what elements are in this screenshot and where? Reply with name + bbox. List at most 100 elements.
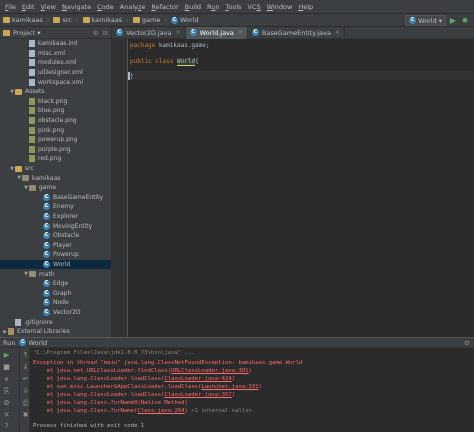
tree-item-vector2d[interactable]: C Vector2D	[0, 308, 111, 318]
source-link[interactable]: ClassLoader.java:357	[164, 392, 231, 398]
settings-gear-icon[interactable]: ⚙	[464, 339, 470, 347]
code-editor[interactable]	[112, 39, 474, 337]
internal-calls-fold[interactable]: <1 internal calls>	[188, 408, 252, 414]
dump-threads-icon[interactable]: ⎘	[2, 387, 11, 396]
tree-item-game[interactable]: ▼ game	[0, 183, 111, 193]
rerun-icon[interactable]: ▶	[2, 351, 11, 360]
tree-item-kamikaas-iml[interactable]: kamikaas.iml	[0, 39, 111, 49]
close-tab-icon[interactable]: ×	[238, 29, 243, 36]
menu-code[interactable]: Code	[94, 0, 117, 14]
tree-item-external-libraries[interactable]: ▶ External Libraries	[0, 327, 111, 337]
close-tab-icon[interactable]: ×	[176, 29, 181, 36]
tree-item-label: World	[53, 261, 71, 269]
tree-item-graph[interactable]: C Graph	[0, 289, 111, 299]
editor-tab-world-java[interactable]: C World.java ×	[185, 26, 248, 39]
breadcrumb-src[interactable]: src	[50, 14, 75, 27]
print-icon[interactable]: ⎙	[21, 399, 30, 408]
tree-item-label: game	[39, 184, 57, 192]
menu-help[interactable]: Help	[295, 0, 316, 14]
help-icon[interactable]: ?	[2, 422, 11, 431]
project-panel-title[interactable]: Project	[13, 29, 35, 37]
tree-item-edge[interactable]: C Edge	[0, 279, 111, 289]
tree-item-powerup-png[interactable]: powerup.png	[0, 135, 111, 145]
tree-item-label: red.png	[38, 155, 62, 163]
trash-icon[interactable]: ✖	[21, 411, 30, 420]
close-tab-icon[interactable]: ×	[335, 29, 340, 36]
close-icon[interactable]: ✕	[2, 411, 11, 420]
code-line-class: public class World{	[130, 58, 199, 66]
menu-run[interactable]: Run	[204, 0, 222, 14]
tree-item--gitignore[interactable]: .gitignore	[0, 317, 111, 327]
console-stack-frame: at java.lang.ClassLoader.loadClass(Class…	[33, 376, 236, 382]
tree-item-player[interactable]: C Player	[0, 241, 111, 251]
breadcrumb-game[interactable]: game	[130, 14, 163, 27]
menu-refactor[interactable]: Refactor	[148, 0, 181, 14]
tree-item-black-png[interactable]: black.png	[0, 97, 111, 107]
arrow-down-icon[interactable]: ↓	[21, 363, 30, 372]
source-link[interactable]: URLClassLoader.java:381	[171, 368, 248, 374]
tree-item-src[interactable]: ▼ src	[0, 164, 111, 174]
tree-item-obstacle[interactable]: C Obstacle	[0, 231, 111, 241]
run-configuration-select[interactable]: C World ▾	[405, 15, 446, 26]
scroll-to-end-icon[interactable]: ⇩	[21, 387, 30, 396]
tree-item-movingentity[interactable]: C MovingEntity	[0, 221, 111, 231]
tree-item-node[interactable]: C Node	[0, 298, 111, 308]
collapse-icon[interactable]: ⊟	[103, 29, 108, 37]
tree-item-world[interactable]: C World	[0, 259, 111, 270]
tree-item-label: Graph	[53, 289, 72, 297]
tree-item-modules-xml[interactable]: modules.xml	[0, 58, 111, 68]
tree-item-explorer[interactable]: C Explorer	[0, 212, 111, 222]
stop-icon[interactable]: ■	[2, 363, 11, 372]
tree-item-red-png[interactable]: red.png	[0, 154, 111, 164]
tree-item-kamikaas[interactable]: ▼ kamikaas	[0, 173, 111, 183]
editor-tab-label: BaseGameEntity.java	[261, 28, 331, 37]
tree-item-enemy[interactable]: C Enemy	[0, 202, 111, 212]
tree-item-label: MovingEntity	[53, 222, 93, 230]
tree-item-label: External Libraries	[17, 328, 70, 336]
menu-edit[interactable]: Edit	[19, 0, 38, 14]
tree-item-basegameentity[interactable]: C BaseGameEntity	[0, 193, 111, 203]
pause-icon[interactable]: ⏸	[2, 375, 11, 384]
editor-tab-label: World.java	[199, 28, 234, 37]
menu-analyze[interactable]: Analyze	[117, 0, 149, 14]
settings-icon[interactable]: ⚙	[2, 399, 11, 408]
menu-vcs[interactable]: VCS	[245, 0, 264, 14]
chevron-down-icon[interactable]: ▾	[37, 29, 40, 37]
tree-item-purple-png[interactable]: purple.png	[0, 145, 111, 155]
tree-item-blue-png[interactable]: blue.png	[0, 106, 111, 116]
source-link[interactable]: Launcher.java:331	[201, 384, 258, 390]
settings-gear-icon[interactable]: ⚙	[93, 29, 99, 37]
folder-icon	[82, 17, 90, 23]
menu-tools[interactable]: Tools	[222, 0, 244, 14]
menu-build[interactable]: Build	[182, 0, 204, 14]
run-button[interactable]: ▶	[448, 15, 458, 26]
tree-item-label: kamikaas.iml	[38, 40, 78, 48]
run-panel-config[interactable]: World	[28, 339, 47, 347]
menu-navigate[interactable]: Navigate	[59, 0, 94, 14]
soft-wrap-icon[interactable]: ↵	[21, 375, 30, 384]
tree-item-misc-xml[interactable]: misc.xml	[0, 49, 111, 59]
source-link[interactable]: ClassLoader.java:424	[164, 376, 231, 382]
tree-item-powerup[interactable]: C Powerup	[0, 250, 111, 260]
tree-item-obstacle-png[interactable]: obstacle.png	[0, 116, 111, 126]
breadcrumb-kamikaas[interactable]: kamikaas	[80, 14, 126, 27]
breadcrumb-label: kamikaas	[91, 16, 123, 24]
folder-icon	[15, 88, 22, 95]
editor-tab-vector2d-java[interactable]: C Vector2D.java ×	[112, 26, 186, 39]
tree-item-math[interactable]: ▼ math	[0, 269, 111, 279]
tree-item-uidesigner-xml[interactable]: uiDesigner.xml	[0, 68, 111, 78]
menu-window[interactable]: Window	[264, 0, 296, 14]
source-link[interactable]: Class.java:264	[137, 408, 184, 414]
tree-item-label: Obstacle	[53, 232, 80, 240]
tree-item-workspace-xml[interactable]: workspace.xml	[0, 77, 111, 87]
menu-file[interactable]: File	[2, 0, 19, 14]
arrow-up-icon[interactable]: ↑	[21, 351, 30, 360]
tree-item-pink-png[interactable]: pink.png	[0, 125, 111, 135]
breadcrumb-world[interactable]: C World	[168, 14, 202, 27]
run-toolbar: ▶ ■ ⏸ ⎘ ⚙ ✕ ?	[0, 348, 20, 432]
menu-view[interactable]: View	[38, 0, 59, 14]
tree-item-assets[interactable]: ▼ Assets	[0, 87, 111, 97]
breadcrumb-kamikaas[interactable]: kamikaas	[0, 14, 46, 27]
debug-button[interactable]: ✹	[460, 15, 470, 26]
editor-tab-basegameentity-java[interactable]: C BaseGameEntity.java ×	[248, 26, 345, 39]
